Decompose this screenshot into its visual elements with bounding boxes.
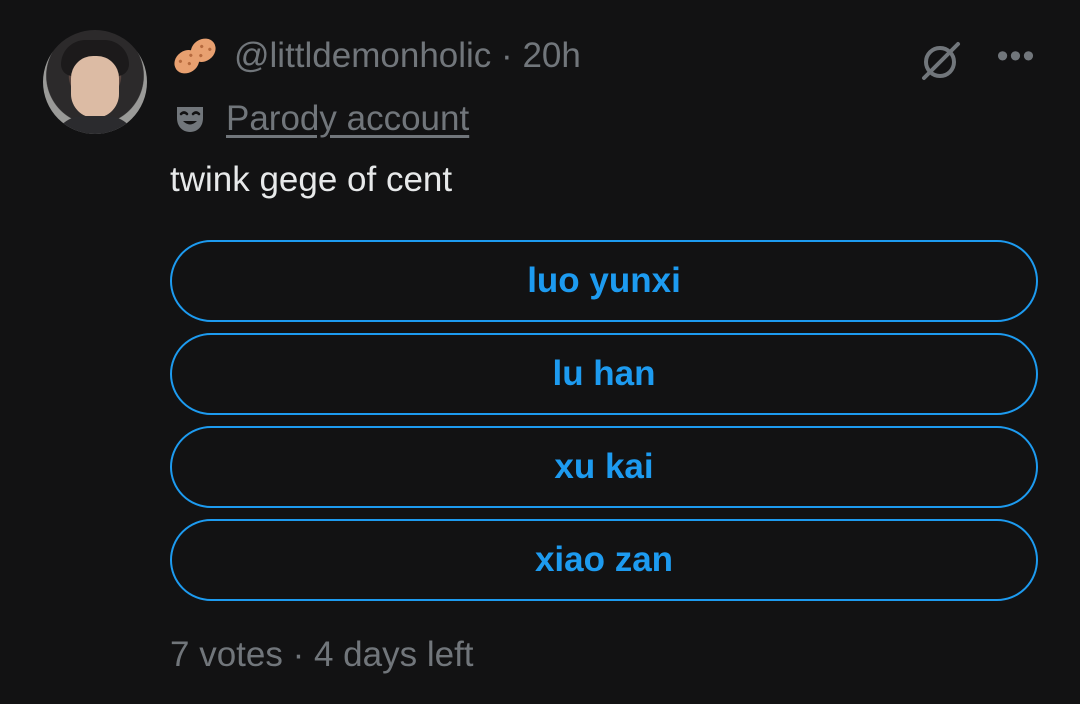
poll-option-xiao-zan[interactable]: xiao zan bbox=[170, 519, 1038, 601]
parody-indicator: Parody account bbox=[174, 98, 469, 140]
post-time[interactable]: 20h bbox=[522, 36, 580, 75]
more-icon[interactable]: ••• bbox=[994, 39, 1038, 73]
mask-icon bbox=[177, 107, 203, 132]
post-header: @littldemonholic · 20h bbox=[170, 34, 581, 78]
parody-account-link[interactable]: Parody account bbox=[226, 99, 469, 139]
meta-separator: · bbox=[292, 635, 305, 674]
poll-post: @littldemonholic · 20h ••• Parody accoun… bbox=[0, 0, 1080, 704]
peanut-icon bbox=[174, 38, 216, 74]
avatar[interactable] bbox=[43, 30, 147, 134]
poll-option-lu-han[interactable]: lu han bbox=[170, 333, 1038, 415]
vote-count: 7 votes bbox=[170, 635, 283, 674]
poll-option-luo-yunxi[interactable]: luo yunxi bbox=[170, 240, 1038, 322]
post-text: twink gege of cent bbox=[170, 160, 453, 199]
handle-time[interactable]: @littldemonholic · 20h bbox=[234, 36, 581, 76]
poll-meta: 7 votes · 4 days left bbox=[170, 635, 474, 675]
avatar-shoulders bbox=[53, 116, 137, 134]
poll-option-xu-kai[interactable]: xu kai bbox=[170, 426, 1038, 508]
poll-options: luo yunxi lu han xu kai xiao zan bbox=[170, 240, 1038, 612]
avatar-face bbox=[71, 56, 119, 118]
time-left: 4 days left bbox=[313, 635, 474, 674]
grok-icon[interactable] bbox=[918, 38, 966, 82]
user-handle[interactable]: @littldemonholic bbox=[234, 36, 491, 75]
time-separator: · bbox=[501, 36, 513, 75]
